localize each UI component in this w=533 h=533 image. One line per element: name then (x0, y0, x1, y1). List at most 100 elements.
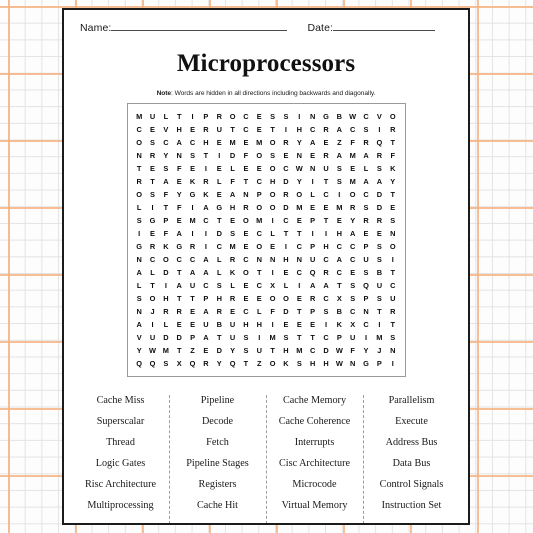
letter-cell[interactable]: P (186, 331, 199, 344)
letter-cell[interactable]: I (266, 266, 279, 279)
letter-cell[interactable]: J (146, 305, 159, 318)
letter-cell[interactable]: I (266, 214, 279, 227)
letter-cell[interactable]: Y (346, 214, 359, 227)
letter-cell[interactable]: S (319, 305, 332, 318)
letter-cell[interactable]: O (226, 110, 239, 123)
letter-cell[interactable]: C (333, 240, 346, 253)
letter-cell[interactable]: S (373, 240, 386, 253)
letter-cell[interactable]: I (159, 279, 172, 292)
word-list-item[interactable]: Instruction Set (363, 495, 460, 516)
letter-cell[interactable]: C (253, 279, 266, 292)
letter-cell[interactable]: E (279, 266, 292, 279)
letter-cell[interactable]: A (333, 123, 346, 136)
letter-cell[interactable]: N (306, 110, 319, 123)
letter-cell[interactable]: K (199, 188, 212, 201)
letter-cell[interactable]: S (133, 292, 146, 305)
letter-cell[interactable]: T (266, 344, 279, 357)
letter-cell[interactable]: S (146, 136, 159, 149)
letter-cell[interactable]: T (173, 110, 186, 123)
letter-cell[interactable]: T (266, 123, 279, 136)
letter-cell[interactable]: B (333, 305, 346, 318)
letter-cell[interactable]: O (133, 136, 146, 149)
letter-grid[interactable]: MULTIPROCESSINGBWCVOCEVHERUTCETIHCRACSIR… (133, 110, 400, 370)
letter-cell[interactable]: S (346, 279, 359, 292)
letter-cell[interactable]: T (173, 292, 186, 305)
letter-cell[interactable]: N (266, 253, 279, 266)
letter-cell[interactable]: A (199, 331, 212, 344)
letter-cell[interactable]: C (346, 305, 359, 318)
letter-cell[interactable]: S (266, 149, 279, 162)
letter-cell[interactable]: D (226, 149, 239, 162)
letter-cell[interactable]: Y (213, 357, 226, 370)
letter-cell[interactable]: D (159, 331, 172, 344)
letter-cell[interactable]: E (319, 136, 332, 149)
letter-cell[interactable]: U (373, 279, 386, 292)
letter-cell[interactable]: I (319, 318, 332, 331)
letter-cell[interactable]: C (239, 253, 252, 266)
letter-cell[interactable]: U (199, 318, 212, 331)
letter-cell[interactable]: E (186, 318, 199, 331)
letter-cell[interactable]: C (279, 214, 292, 227)
letter-cell[interactable]: S (333, 175, 346, 188)
letter-cell[interactable]: R (199, 123, 212, 136)
letter-cell[interactable]: C (346, 240, 359, 253)
letter-cell[interactable]: R (306, 292, 319, 305)
letter-cell[interactable]: S (293, 357, 306, 370)
word-search-grid-box[interactable]: MULTIPROCESSINGBWCVOCEVHERUTCETIHCRACSIR… (126, 103, 406, 377)
letter-cell[interactable]: R (346, 201, 359, 214)
letter-cell[interactable]: S (266, 110, 279, 123)
word-list-item[interactable]: Logic Gates (72, 453, 169, 474)
letter-cell[interactable]: M (293, 344, 306, 357)
letter-cell[interactable]: E (186, 162, 199, 175)
letter-cell[interactable]: E (279, 318, 292, 331)
letter-cell[interactable]: C (186, 136, 199, 149)
letter-cell[interactable]: L (213, 175, 226, 188)
letter-cell[interactable]: I (133, 227, 146, 240)
letter-cell[interactable]: A (333, 253, 346, 266)
letter-cell[interactable]: E (239, 162, 252, 175)
letter-cell[interactable]: S (386, 331, 399, 344)
letter-cell[interactable]: I (386, 357, 399, 370)
letter-cell[interactable]: O (266, 357, 279, 370)
letter-cell[interactable]: E (253, 162, 266, 175)
letter-cell[interactable]: G (319, 110, 332, 123)
letter-cell[interactable]: S (133, 214, 146, 227)
letter-cell[interactable]: I (146, 318, 159, 331)
letter-cell[interactable]: P (253, 188, 266, 201)
letter-cell[interactable]: R (186, 240, 199, 253)
letter-cell[interactable]: R (373, 149, 386, 162)
letter-cell[interactable]: S (213, 279, 226, 292)
letter-cell[interactable]: B (373, 266, 386, 279)
letter-cell[interactable]: H (159, 292, 172, 305)
letter-cell[interactable]: Q (306, 266, 319, 279)
word-list-item[interactable]: Address Bus (363, 432, 460, 453)
letter-cell[interactable]: F (346, 344, 359, 357)
letter-cell[interactable]: T (146, 279, 159, 292)
letter-cell[interactable]: S (346, 292, 359, 305)
letter-cell[interactable]: R (173, 305, 186, 318)
letter-cell[interactable]: T (239, 357, 252, 370)
letter-cell[interactable]: L (213, 266, 226, 279)
letter-cell[interactable]: F (239, 149, 252, 162)
letter-cell[interactable]: M (333, 201, 346, 214)
letter-cell[interactable]: E (226, 305, 239, 318)
letter-cell[interactable]: W (293, 162, 306, 175)
letter-cell[interactable]: Z (333, 136, 346, 149)
letter-cell[interactable]: S (159, 162, 172, 175)
letter-cell[interactable]: M (226, 240, 239, 253)
letter-cell[interactable]: M (133, 110, 146, 123)
letter-cell[interactable]: A (346, 227, 359, 240)
letter-cell[interactable]: N (133, 253, 146, 266)
letter-cell[interactable]: X (346, 318, 359, 331)
letter-cell[interactable]: U (213, 123, 226, 136)
letter-cell[interactable]: H (279, 344, 292, 357)
word-list-item[interactable]: Cache Memory (266, 390, 363, 411)
letter-cell[interactable]: R (199, 175, 212, 188)
letter-cell[interactable]: Q (226, 357, 239, 370)
letter-cell[interactable]: E (199, 344, 212, 357)
letter-cell[interactable]: E (319, 201, 332, 214)
letter-cell[interactable]: P (359, 292, 372, 305)
letter-cell[interactable]: R (386, 305, 399, 318)
letter-cell[interactable]: H (226, 201, 239, 214)
letter-cell[interactable]: F (346, 136, 359, 149)
